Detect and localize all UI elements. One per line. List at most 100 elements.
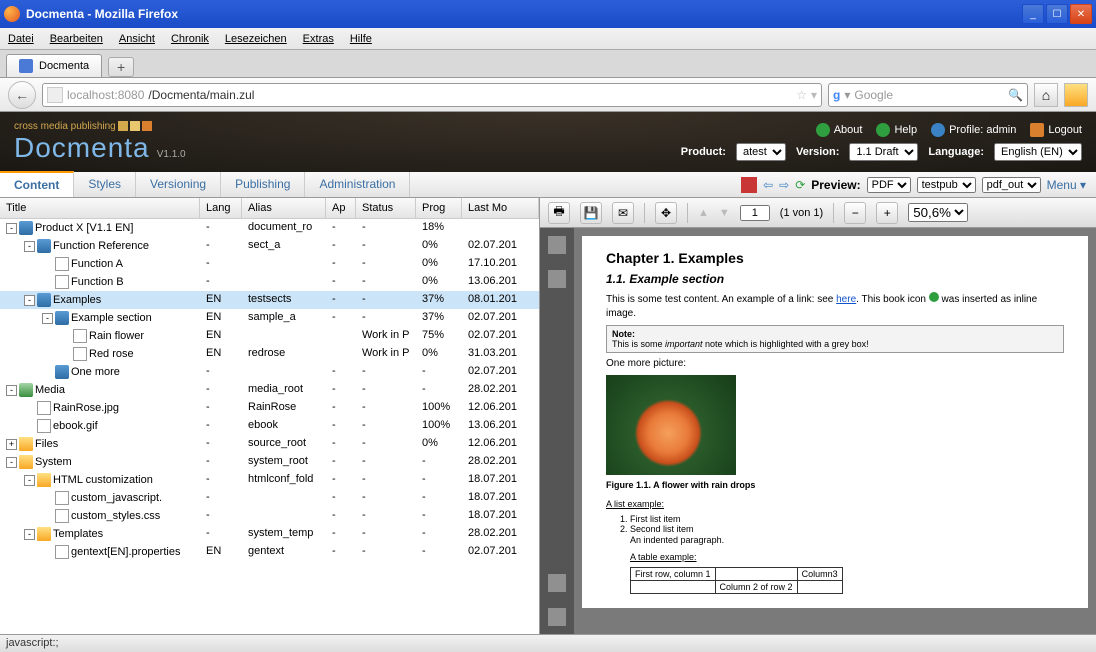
- zoom-select[interactable]: 50,6%: [908, 203, 968, 222]
- select-button[interactable]: ✥: [655, 202, 677, 224]
- tree-row[interactable]: Rain flowerENWork in P75%02.07.201: [0, 327, 539, 345]
- profile-link[interactable]: Profile: admin: [931, 123, 1016, 137]
- figure-image: [606, 375, 736, 475]
- folder-icon: [37, 473, 51, 487]
- tree-row[interactable]: -Templates-system_temp---28.02.201: [0, 525, 539, 543]
- logout-link[interactable]: Logout: [1030, 123, 1082, 137]
- zoom-in-button[interactable]: +: [876, 202, 898, 224]
- toggle-icon[interactable]: -: [24, 241, 35, 252]
- tree-row[interactable]: gentext[EN].propertiesENgentext---02.07.…: [0, 543, 539, 561]
- preview-type-select[interactable]: PDF: [867, 177, 911, 193]
- tree-row[interactable]: -HTML customization-htmlconf_fold---18.0…: [0, 471, 539, 489]
- tree-row[interactable]: custom_styles.css----18.07.201: [0, 507, 539, 525]
- maximize-button[interactable]: ☐: [1046, 4, 1068, 24]
- version-select[interactable]: 1.1 Draft: [849, 143, 918, 161]
- tab-versioning[interactable]: Versioning: [136, 172, 221, 197]
- col-title[interactable]: Title: [0, 198, 200, 218]
- tab-publishing[interactable]: Publishing: [221, 172, 305, 197]
- cell-prog: 37%: [416, 310, 462, 326]
- menu-extras[interactable]: Extras: [303, 33, 334, 45]
- bookmarks-button[interactable]: [1064, 83, 1088, 107]
- about-link[interactable]: About: [816, 123, 863, 137]
- nav-forward-icon[interactable]: ⇨: [779, 178, 789, 192]
- search-icon[interactable]: 🔍: [1008, 88, 1023, 102]
- col-status[interactable]: Status: [356, 198, 416, 218]
- tree-row[interactable]: -Media-media_root---28.02.201: [0, 381, 539, 399]
- tree-row[interactable]: +Files-source_root--0%12.06.201: [0, 435, 539, 453]
- menu-ansicht[interactable]: Ansicht: [119, 33, 155, 45]
- tree-row[interactable]: -ExamplesENtestsects--37%08.01.201: [0, 291, 539, 309]
- dropdown-icon[interactable]: ▾: [811, 88, 817, 102]
- url-box[interactable]: localhost:8080 /Docmenta/main.zul ☆ ▾: [42, 83, 822, 107]
- menu-lesezeichen[interactable]: Lesezeichen: [225, 33, 287, 45]
- toggle-icon[interactable]: +: [6, 439, 17, 450]
- pdf-viewport[interactable]: Chapter 1. Examples 1.1. Example section…: [574, 228, 1096, 634]
- minimize-button[interactable]: _: [1022, 4, 1044, 24]
- col-ap[interactable]: Ap: [326, 198, 356, 218]
- product-select[interactable]: atest: [736, 143, 786, 161]
- tree-row[interactable]: custom_javascript.----18.07.201: [0, 489, 539, 507]
- menu-datei[interactable]: Datei: [8, 33, 34, 45]
- tree-row[interactable]: -Function Reference-sect_a--0%02.07.201: [0, 237, 539, 255]
- tab-styles[interactable]: Styles: [74, 172, 136, 197]
- col-alias[interactable]: Alias: [242, 198, 326, 218]
- col-lang[interactable]: Lang: [200, 198, 242, 218]
- toggle-icon[interactable]: -: [24, 529, 35, 540]
- toggle-icon[interactable]: -: [24, 295, 35, 306]
- menu-bearbeiten[interactable]: Bearbeiten: [50, 33, 103, 45]
- mail-button[interactable]: ✉: [612, 202, 634, 224]
- help-icon: [876, 123, 890, 137]
- attachments-icon[interactable]: [548, 608, 566, 626]
- toggle-icon[interactable]: -: [6, 385, 17, 396]
- bookmark-star-icon[interactable]: ☆: [796, 88, 807, 102]
- tree-row[interactable]: Function A---0%17.10.201: [0, 255, 539, 273]
- here-link[interactable]: here: [836, 294, 856, 305]
- tree-row[interactable]: Function B---0%13.06.201: [0, 273, 539, 291]
- tab-content[interactable]: Content: [0, 171, 74, 197]
- tree-row[interactable]: One more----02.07.201: [0, 363, 539, 381]
- tree-row[interactable]: ebook.gif-ebook--100%13.06.201: [0, 417, 539, 435]
- toggle-icon[interactable]: -: [24, 475, 35, 486]
- menu-link[interactable]: Menu ▾: [1047, 178, 1086, 192]
- col-prog[interactable]: Prog: [416, 198, 462, 218]
- page-up-icon[interactable]: ▲: [698, 207, 709, 219]
- page-input[interactable]: [740, 205, 770, 221]
- bookmarks-icon[interactable]: [548, 270, 566, 288]
- cell-mod: 18.07.201: [462, 472, 539, 488]
- refresh-icon[interactable]: ⟳: [795, 178, 805, 192]
- zoom-out-button[interactable]: −: [844, 202, 866, 224]
- language-select[interactable]: English (EN): [994, 143, 1082, 161]
- menu-chronik[interactable]: Chronik: [171, 33, 209, 45]
- tree-row[interactable]: -Product X [V1.1 EN]-document_ro--18%: [0, 219, 539, 237]
- print-button[interactable]: 🖶: [548, 202, 570, 224]
- cell-alias: [242, 328, 326, 344]
- cell-status: -: [356, 508, 416, 524]
- menu-hilfe[interactable]: Hilfe: [350, 33, 372, 45]
- new-tab-button[interactable]: +: [108, 57, 134, 77]
- tree-body[interactable]: -Product X [V1.1 EN]-document_ro--18%-Fu…: [0, 219, 539, 634]
- cell-lang: -: [200, 364, 242, 380]
- toggle-icon[interactable]: -: [6, 223, 17, 234]
- tree-row[interactable]: Red roseENredroseWork in P0%31.03.201: [0, 345, 539, 363]
- browser-tab[interactable]: Docmenta: [6, 54, 102, 77]
- tab-administration[interactable]: Administration: [305, 172, 410, 197]
- comments-icon[interactable]: [548, 574, 566, 592]
- nav-back-icon[interactable]: ⇦: [763, 178, 773, 192]
- search-box[interactable]: g▾ Google 🔍: [828, 83, 1028, 107]
- home-button[interactable]: ⌂: [1034, 83, 1058, 107]
- close-button[interactable]: ✕: [1070, 4, 1092, 24]
- tree-row[interactable]: RainRose.jpg-RainRose--100%12.06.201: [0, 399, 539, 417]
- help-link[interactable]: Help: [876, 123, 917, 137]
- toggle-icon[interactable]: -: [42, 313, 53, 324]
- preview-out-select[interactable]: pdf_out: [982, 177, 1041, 193]
- save-button[interactable]: 💾: [580, 202, 602, 224]
- toggle-icon[interactable]: -: [6, 457, 17, 468]
- tree-row[interactable]: -System-system_root---28.02.201: [0, 453, 539, 471]
- tree-row[interactable]: -Example sectionENsample_a--37%02.07.201: [0, 309, 539, 327]
- col-mod[interactable]: Last Mo: [462, 198, 539, 218]
- page-down-icon[interactable]: ▼: [719, 207, 730, 219]
- thumbnails-icon[interactable]: [548, 236, 566, 254]
- back-button[interactable]: ←: [8, 81, 36, 109]
- pdf-icon[interactable]: [741, 177, 757, 193]
- preview-pub-select[interactable]: testpub: [917, 177, 976, 193]
